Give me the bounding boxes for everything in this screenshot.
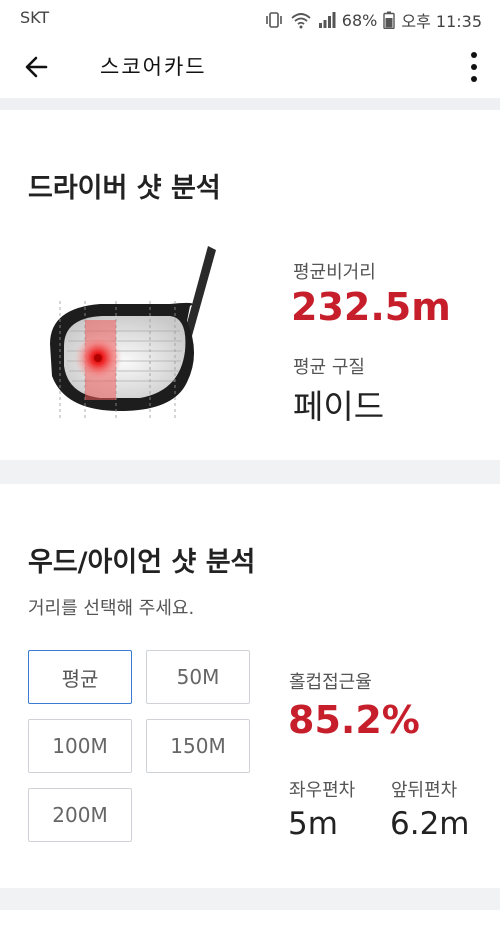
divider <box>0 98 500 110</box>
driver-section-title: 드라이버 샷 분석 <box>28 173 221 204</box>
battery-icon <box>383 11 396 29</box>
left-right-deviation-label: 좌우편차 <box>289 780 356 801</box>
left-right-deviation-value: 5m <box>288 806 338 842</box>
next-card <box>0 910 500 941</box>
vibrate-icon <box>265 12 282 28</box>
more-vert-icon[interactable] <box>466 50 482 84</box>
front-back-deviation-label: 앞뒤편차 <box>391 780 458 801</box>
distance-option-average[interactable]: 평균 <box>28 650 132 704</box>
app-bar: 스코어카드 <box>0 36 500 98</box>
carrier-label: SKT <box>20 8 50 27</box>
distance-option-50m[interactable]: 50M <box>146 650 250 704</box>
hole-approach-value: 85.2% <box>288 698 420 742</box>
avg-distance-label: 평균비거리 <box>293 262 376 283</box>
wifi-icon <box>291 13 311 29</box>
status-icons: 68% 오후 11:35 <box>264 8 482 32</box>
page-title: 스코어카드 <box>100 55 207 79</box>
clock: 오후 11:35 <box>401 12 482 31</box>
distance-option-200m[interactable]: 200M <box>28 788 132 842</box>
distance-option-100m[interactable]: 100M <box>28 719 132 773</box>
distance-option-150m[interactable]: 150M <box>146 719 250 773</box>
avg-distance-value: 232.5m <box>291 285 451 329</box>
distance-select-hint: 거리를 선택해 주세요. <box>28 598 195 619</box>
avg-shape-label: 평균 구질 <box>293 357 365 378</box>
driver-club-image <box>50 246 216 421</box>
driver-shot-card: 드라이버 샷 분석 평균비거리 232.5m 평균 구질 페이드 <box>0 110 500 460</box>
back-arrow-icon[interactable] <box>22 52 54 82</box>
status-bar: SKT 68% 오후 11:35 <box>0 0 500 36</box>
front-back-deviation-value: 6.2m <box>390 806 470 842</box>
battery-percent: 68% <box>341 10 378 30</box>
wood-iron-shot-card: 우드/아이언 샷 분석 거리를 선택해 주세요. 평균 50M 100M 150… <box>0 484 500 888</box>
signal-icon <box>318 12 336 28</box>
wood-iron-section-title: 우드/아이언 샷 분석 <box>28 547 256 578</box>
hole-approach-label: 홀컵접근율 <box>289 672 372 693</box>
avg-shape-value: 페이드 <box>293 387 385 426</box>
